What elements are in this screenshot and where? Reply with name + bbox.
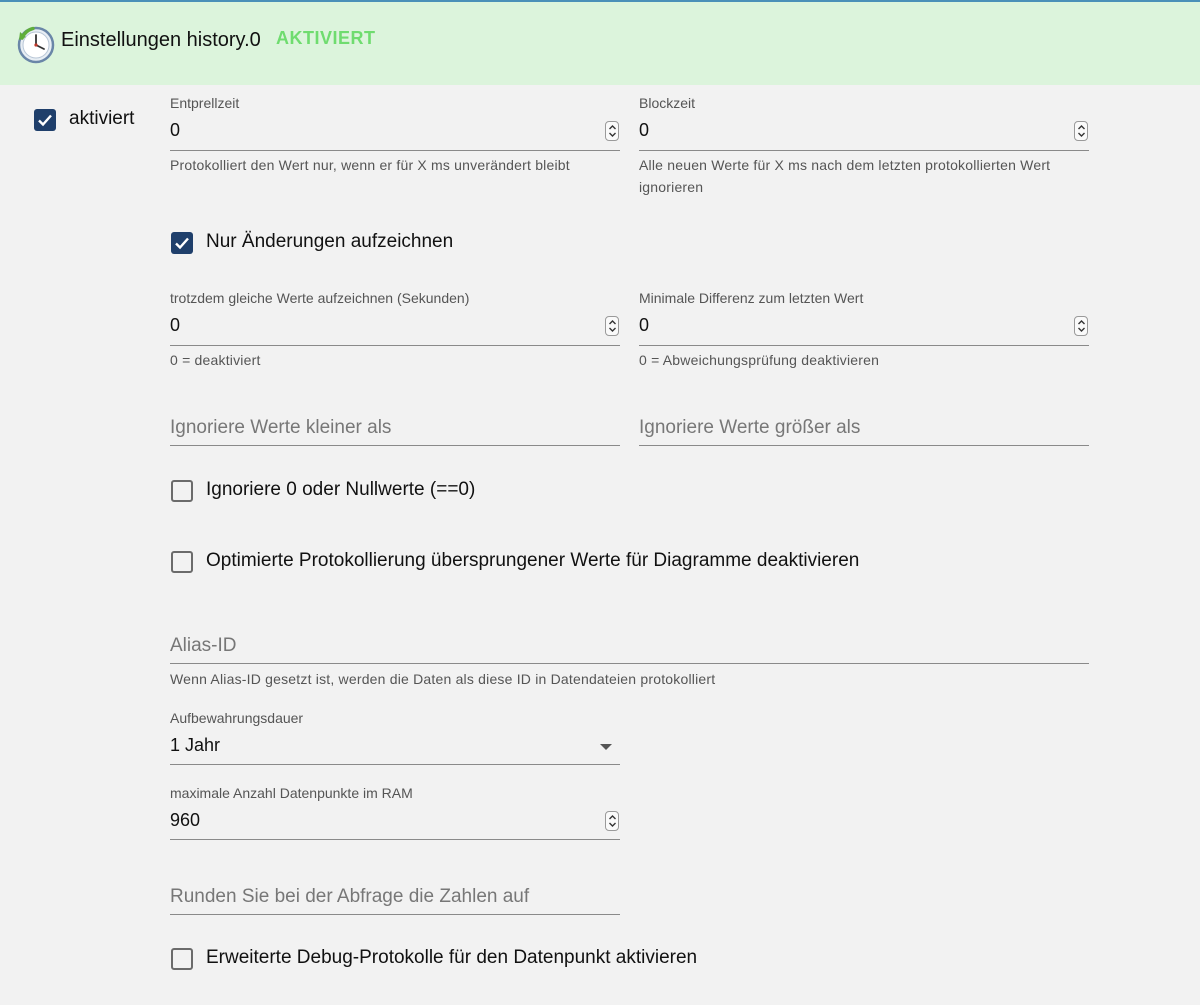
min-diff-helper: 0 = Abweichungsprüfung deaktivieren [639, 352, 880, 368]
disable-skipped-checkbox[interactable] [171, 551, 193, 573]
header-bar: Einstellungen history.0 AKTIVIERT [0, 0, 1200, 85]
same-values-spinner[interactable] [605, 316, 619, 336]
changes-only-label: Nur Änderungen aufzeichnen [206, 231, 454, 252]
max-ram-underline [170, 839, 620, 840]
blocktime-spinner[interactable] [1074, 121, 1088, 141]
alias-id-helper: Wenn Alias-ID gesetzt ist, werden die Da… [170, 671, 716, 687]
ignore-zero-label: Ignoriere 0 oder Nullwerte (==0) [206, 479, 476, 500]
dropdown-arrow-icon[interactable] [600, 744, 612, 750]
retention-select[interactable]: 1 Jahr [170, 735, 220, 756]
blocktime-label: Blockzeit [639, 95, 696, 111]
max-ram-spinner[interactable] [605, 811, 619, 831]
ignore-above-underline [639, 445, 1089, 446]
spinner-arrows-icon [609, 125, 616, 137]
round-underline [170, 914, 620, 915]
min-diff-label: Minimale Differenz zum letzten Wert [639, 290, 864, 306]
alias-id-input[interactable]: Alias-ID [170, 635, 237, 657]
max-ram-label: maximale Anzahl Datenpunkte im RAM [170, 785, 413, 801]
debounce-spinner[interactable] [605, 121, 619, 141]
debounce-input[interactable]: 0 [170, 120, 180, 141]
same-values-label: trotzdem gleiche Werte aufzeichnen (Seku… [170, 290, 470, 306]
disable-skipped-label: Optimierte Protokollierung übersprungene… [206, 550, 860, 571]
min-diff-underline [639, 345, 1089, 346]
retention-underline [170, 764, 620, 765]
retention-label: Aufbewahrungsdauer [170, 710, 304, 726]
enabled-checkbox[interactable] [34, 109, 56, 131]
ignore-above-input[interactable]: Ignoriere Werte größer als [639, 417, 860, 439]
debounce-helper: Protokolliert den Wert nur, wenn er für … [170, 157, 570, 173]
blocktime-helper: Alle neuen Werte für X ms nach dem letzt… [639, 157, 1051, 195]
enabled-label: aktiviert [69, 108, 135, 129]
checkmark-icon [38, 114, 52, 127]
spinner-arrows-icon [609, 815, 616, 827]
changes-only-checkbox[interactable] [171, 232, 193, 254]
blocktime-input[interactable]: 0 [639, 120, 649, 141]
spinner-arrows-icon [1078, 125, 1085, 137]
checkmark-icon [175, 237, 189, 250]
spinner-arrows-icon [1078, 320, 1085, 332]
debug-checkbox[interactable] [171, 948, 193, 970]
status-badge: AKTIVIERT [276, 28, 376, 48]
blocktime-underline [639, 150, 1089, 151]
round-input[interactable]: Runden Sie bei der Abfrage die Zahlen au… [170, 886, 529, 908]
page-title: Einstellungen history.0 [61, 29, 261, 51]
clock-history-icon [17, 26, 55, 64]
spinner-arrows-icon [609, 320, 616, 332]
debounce-underline [170, 150, 620, 151]
same-values-helper: 0 = deaktiviert [170, 352, 261, 368]
alias-id-underline [170, 663, 1089, 664]
debug-label: Erweiterte Debug-Protokolle für den Date… [206, 947, 698, 968]
max-ram-input[interactable]: 960 [170, 810, 200, 831]
ignore-below-input[interactable]: Ignoriere Werte kleiner als [170, 417, 391, 439]
ignore-below-underline [170, 445, 620, 446]
min-diff-spinner[interactable] [1074, 316, 1088, 336]
same-values-underline [170, 345, 620, 346]
ignore-zero-checkbox[interactable] [171, 480, 193, 502]
debounce-label: Entprellzeit [170, 95, 240, 111]
same-values-input[interactable]: 0 [170, 315, 180, 336]
min-diff-input[interactable]: 0 [639, 315, 649, 336]
